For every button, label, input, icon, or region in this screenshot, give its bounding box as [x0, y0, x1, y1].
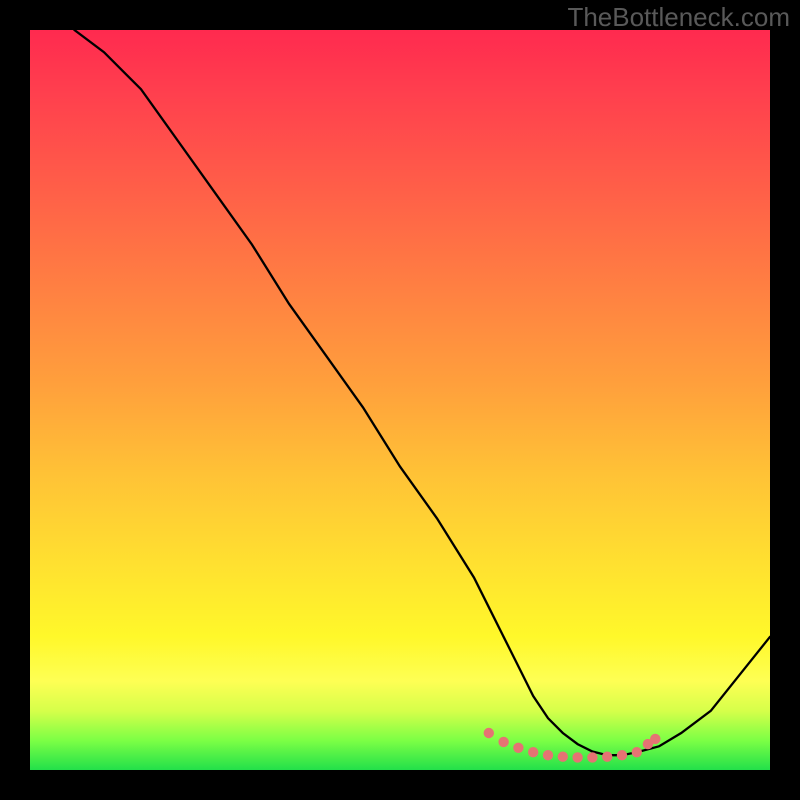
marker-dot	[528, 747, 538, 757]
marker-dot	[543, 750, 553, 760]
marker-dot	[498, 737, 508, 747]
marker-dot	[513, 743, 523, 753]
marker-dot	[617, 750, 627, 760]
chart-frame: TheBottleneck.com	[0, 0, 800, 800]
marker-dot	[558, 752, 568, 762]
marker-dot	[587, 752, 597, 762]
marker-dot	[572, 752, 582, 762]
marker-dot	[602, 752, 612, 762]
optimal-range-markers	[484, 728, 661, 763]
marker-dot	[650, 734, 660, 744]
marker-dot	[484, 728, 494, 738]
marker-dot	[632, 747, 642, 757]
chart-svg	[30, 30, 770, 770]
watermark-text: TheBottleneck.com	[567, 2, 790, 33]
plot-area	[30, 30, 770, 770]
bottleneck-curve-path	[74, 30, 770, 755]
